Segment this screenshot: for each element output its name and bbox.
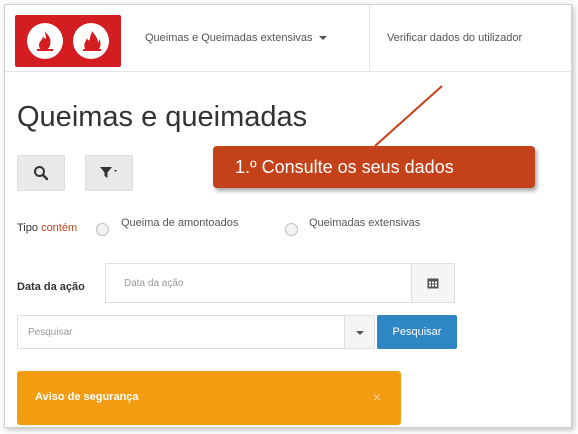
calendar-button[interactable] bbox=[411, 264, 454, 302]
calendar-icon bbox=[427, 278, 439, 289]
search-button[interactable]: Pesquisar bbox=[377, 315, 457, 349]
wildfire-icon bbox=[73, 23, 109, 59]
date-field[interactable]: Data da ação bbox=[105, 263, 455, 303]
close-icon[interactable]: × bbox=[373, 389, 381, 405]
radio-label-queimadas-extensivas: Queimadas extensivas bbox=[309, 217, 421, 229]
nav-divider bbox=[369, 5, 370, 71]
search-placeholder: Pesquisar bbox=[28, 327, 73, 338]
callout-annotation: 1.º Consulte os seus dados bbox=[213, 146, 535, 188]
nav-queimas-label: Queimas e Queimadas extensivas bbox=[145, 32, 313, 44]
radio-label-queima-amontoados: Queima de amontoados bbox=[121, 217, 239, 229]
top-navbar: Queimas e Queimadas extensivas Verificar… bbox=[5, 5, 571, 72]
search-icon bbox=[34, 166, 49, 181]
page-title: Queimas e queimadas bbox=[17, 101, 308, 133]
fire-icon bbox=[27, 23, 63, 59]
filter-icon bbox=[100, 167, 117, 178]
tipo-label: Tipo contém bbox=[17, 222, 78, 234]
radio-queima-amontoados[interactable] bbox=[96, 223, 109, 236]
warning-notice[interactable]: Aviso de segurança × bbox=[17, 371, 401, 425]
filter-button[interactable] bbox=[85, 155, 133, 191]
app-window: Queimas e Queimadas extensivas Verificar… bbox=[4, 4, 572, 428]
search-input[interactable]: Pesquisar bbox=[17, 315, 345, 349]
nav-verify-user-link[interactable]: Verificar dados do utilizador bbox=[387, 5, 522, 71]
chevron-down-icon bbox=[318, 36, 327, 41]
notice-text: Aviso de segurança bbox=[35, 391, 139, 403]
tipo-operator[interactable]: contém bbox=[41, 222, 77, 234]
logo[interactable] bbox=[15, 15, 121, 67]
date-placeholder: Data da ação bbox=[124, 278, 184, 289]
search-dropdown-toggle[interactable] bbox=[345, 315, 375, 349]
date-label: Data da ação bbox=[17, 281, 85, 293]
chevron-down-icon bbox=[356, 331, 364, 335]
radio-queimadas-extensivas[interactable] bbox=[285, 223, 298, 236]
search-toggle-button[interactable] bbox=[17, 155, 65, 191]
nav-queimas-menu[interactable]: Queimas e Queimadas extensivas bbox=[145, 5, 327, 71]
